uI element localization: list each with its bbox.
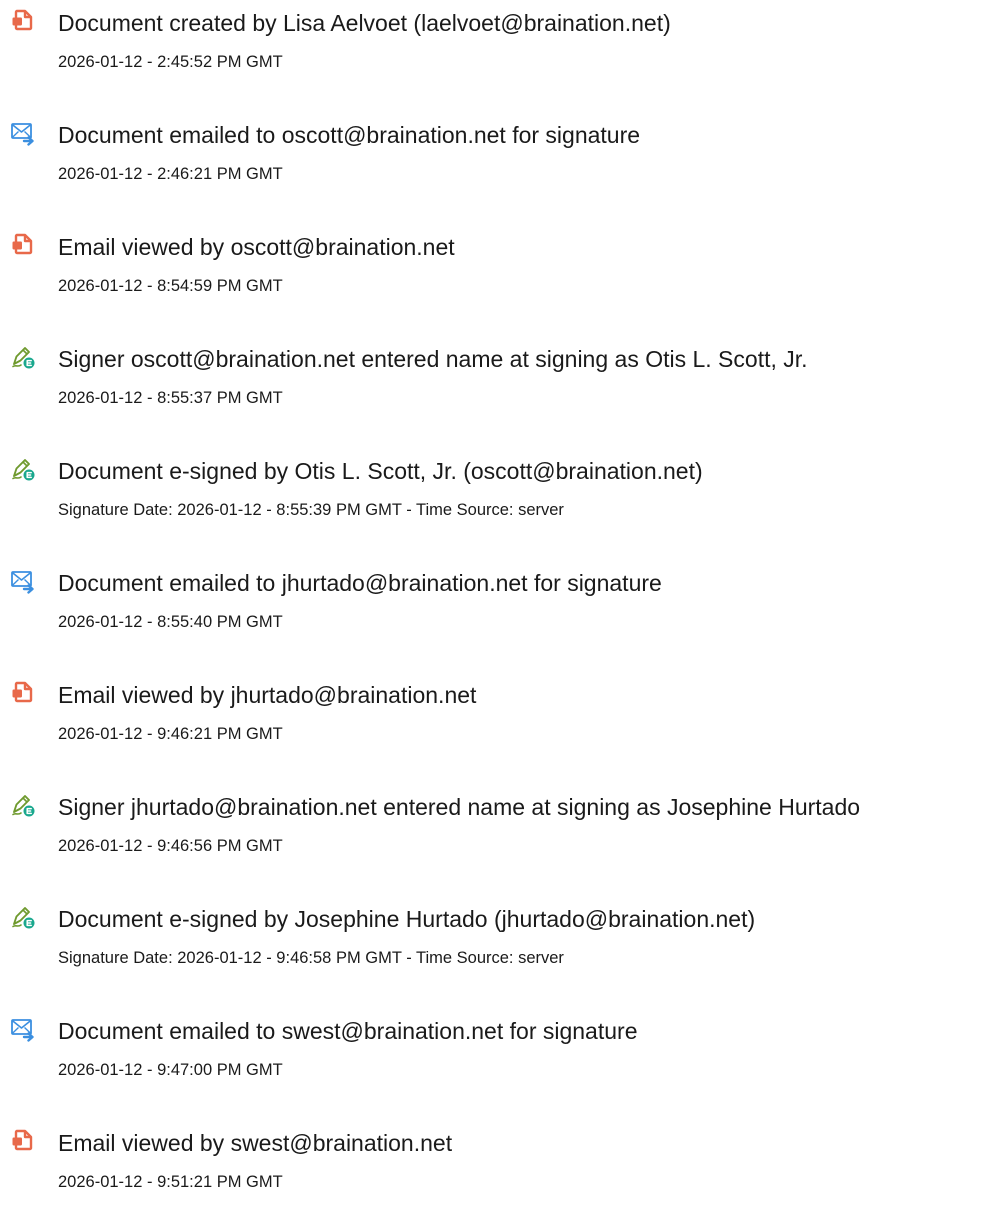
event-title: Document e-signed by Otis L. Scott, Jr. … xyxy=(58,458,703,484)
event-timestamp: 2026-01-12 - 8:55:40 PM GMT xyxy=(58,613,283,631)
event-timestamp: 2026-01-12 - 2:45:52 PM GMT xyxy=(58,53,283,71)
event-timestamp: 2026-01-12 - 8:55:37 PM GMT xyxy=(58,389,283,407)
event-title: Document e-signed by Josephine Hurtado (… xyxy=(58,906,756,932)
document-icon xyxy=(10,680,36,706)
event-timestamp: 2026-01-12 - 2:46:21 PM GMT xyxy=(58,165,283,183)
event-title: Email viewed by swest@braination.net xyxy=(58,1130,453,1156)
event-title: Document emailed to oscott@braination.ne… xyxy=(58,122,641,148)
document-icon xyxy=(10,8,36,34)
audit-event: Document e-signed by Josephine Hurtado (… xyxy=(0,896,988,996)
esign-pen-icon xyxy=(10,904,36,930)
email-sent-icon xyxy=(10,1016,36,1042)
event-timestamp: 2026-01-12 - 9:46:56 PM GMT xyxy=(58,837,283,855)
event-title: Document emailed to swest@braination.net… xyxy=(58,1018,638,1044)
event-title: Email viewed by jhurtado@braination.net xyxy=(58,682,477,708)
event-title: Document created by Lisa Aelvoet (laelvo… xyxy=(58,10,671,36)
event-timestamp: Signature Date: 2026-01-12 - 9:46:58 PM … xyxy=(58,949,564,967)
event-title: Document emailed to jhurtado@braination.… xyxy=(58,570,662,596)
audit-event: Email viewed by jhurtado@braination.net … xyxy=(0,672,988,772)
audit-event: Document emailed to oscott@braination.ne… xyxy=(0,112,988,212)
audit-event: Document created by Lisa Aelvoet (laelvo… xyxy=(0,0,988,100)
event-timestamp: 2026-01-12 - 9:47:00 PM GMT xyxy=(58,1061,283,1079)
event-title: Signer jhurtado@braination.net entered n… xyxy=(58,794,861,820)
event-timestamp: 2026-01-12 - 9:51:21 PM GMT xyxy=(58,1173,283,1191)
audit-event: Document emailed to jhurtado@braination.… xyxy=(0,560,988,660)
audit-event: Email viewed by swest@braination.net 202… xyxy=(0,1120,988,1220)
email-sent-icon xyxy=(10,120,36,146)
event-title: Email viewed by oscott@braination.net xyxy=(58,234,455,260)
audit-event: Signer jhurtado@braination.net entered n… xyxy=(0,784,988,884)
document-icon xyxy=(10,1128,36,1154)
event-timestamp: Signature Date: 2026-01-12 - 8:55:39 PM … xyxy=(58,501,564,519)
audit-event: Signer oscott@braination.net entered nam… xyxy=(0,336,988,436)
document-icon xyxy=(10,232,36,258)
event-title: Signer oscott@braination.net entered nam… xyxy=(58,346,808,372)
audit-event: Document e-signed by Otis L. Scott, Jr. … xyxy=(0,448,988,548)
audit-event: Document emailed to swest@braination.net… xyxy=(0,1008,988,1108)
event-timestamp: 2026-01-12 - 8:54:59 PM GMT xyxy=(58,277,283,295)
audit-event: Email viewed by oscott@braination.net 20… xyxy=(0,224,988,324)
email-sent-icon xyxy=(10,568,36,594)
esign-pen-icon xyxy=(10,792,36,818)
esign-pen-icon xyxy=(10,344,36,370)
esign-pen-icon xyxy=(10,456,36,482)
event-timestamp: 2026-01-12 - 9:46:21 PM GMT xyxy=(58,725,283,743)
audit-trail-list: Document created by Lisa Aelvoet (laelvo… xyxy=(0,0,988,1222)
